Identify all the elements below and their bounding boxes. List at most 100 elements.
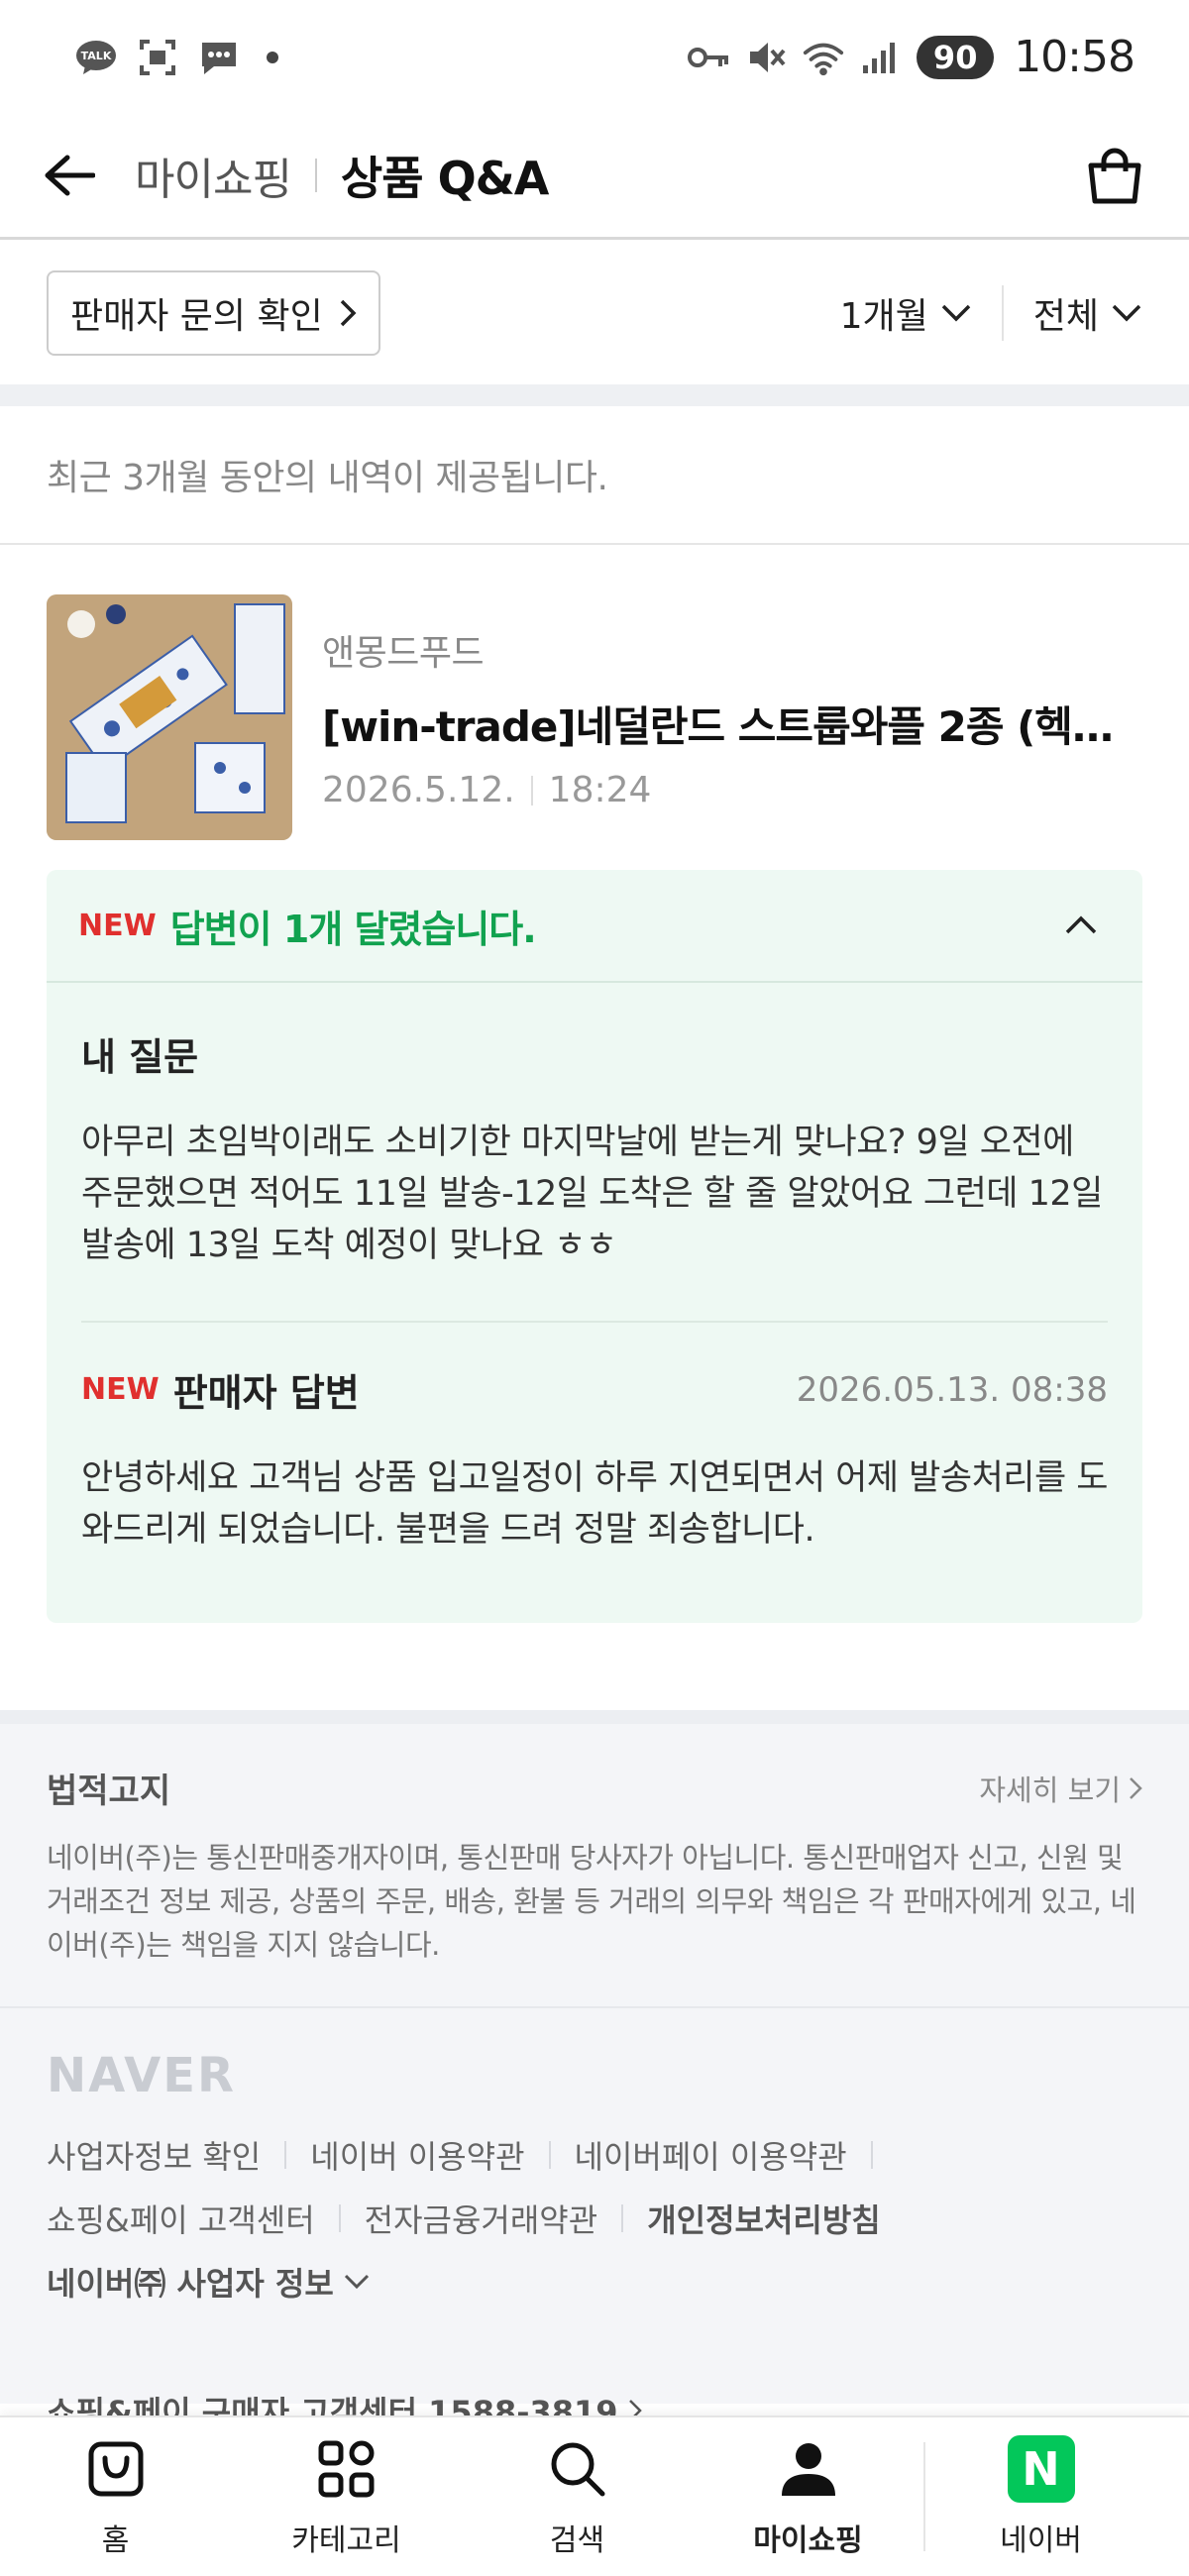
answer-date: 2026.05.13. 08:38 — [796, 1369, 1108, 1410]
status-time: 10:58 — [1014, 32, 1135, 82]
product-seller: 앤몽드푸드 — [322, 633, 485, 674]
answer-label: 판매자 답변 — [172, 1371, 360, 1415]
link-business-info[interactable]: 사업자정보 확인 — [47, 2132, 261, 2178]
person-icon — [774, 2434, 843, 2504]
link-naverpay-terms[interactable]: 네이버페이 이용약관 — [575, 2132, 847, 2178]
product-item[interactable]: 앤몽드푸드 [win-trade]네덜란드 스트룹와플 2종 (헥사 / 드로스… — [47, 594, 1146, 840]
collapse-button[interactable] — [1051, 896, 1111, 955]
footer: 법적고지 자세히 보기 네이버(주)는 통신판매중개자이며, 통신판매 당사자가… — [0, 1710, 1189, 2431]
answer-status: 답변이 1개 달렸습니다. — [169, 907, 537, 951]
footer-link-row-1: 사업자정보 확인 네이버 이용약관 네이버페이 이용약관 — [47, 2123, 1142, 2187]
chevron-down-icon — [344, 2274, 369, 2290]
battery-badge: 90 — [917, 35, 995, 79]
breadcrumb-myshopping[interactable]: 마이쇼핑 — [135, 144, 292, 207]
answer-header: NEW 판매자 답변 2026.05.13. 08:38 — [81, 1362, 1108, 1417]
nav-myshopping-label: 마이쇼핑 — [753, 2523, 863, 2558]
chevron-right-icon — [340, 299, 357, 327]
screenshot-icon — [136, 38, 179, 77]
footer-divider — [0, 2006, 1189, 2008]
question-label: 내 질문 — [81, 1035, 199, 1079]
type-dropdown[interactable]: 전체 — [1033, 287, 1142, 339]
link-separator — [621, 2204, 624, 2232]
header: 마이쇼핑 상품 Q&A — [0, 114, 1189, 240]
naver-n-icon: N — [1007, 2434, 1076, 2504]
link-separator — [870, 2141, 873, 2169]
wifi-icon — [802, 38, 845, 77]
footer-link-row-2: 쇼핑&페이 고객센터 전자금융거래약관 개인정보처리방침 — [47, 2187, 1142, 2250]
mute-icon — [744, 38, 788, 77]
answer-text: 안녕하세요 고객님 상품 입고일정이 하루 지연되면서 어제 발송처리를 도와드… — [81, 1458, 1109, 1550]
date-separator — [530, 775, 533, 805]
naver-logo: NAVER — [47, 2048, 236, 2103]
naver-n-logo: N — [1007, 2435, 1075, 2503]
product-name[interactable]: [win-trade]네덜란드 스트룹와플 2종 (헥사 / 드로스테 / 스트… — [322, 694, 1135, 754]
legal-title: 법적고지 — [47, 1771, 171, 1811]
filter-row: 판매자 문의 확인 1개월 전체 — [0, 243, 1189, 383]
chevron-down-icon — [941, 304, 970, 322]
nav-search-label: 검색 — [549, 2523, 605, 2558]
qa-body: 내 질문 아무리 초임박이래도 소비기한 마지막날에 받는게 맞나요? 9일 오… — [47, 1026, 1142, 1556]
chevron-down-icon — [1112, 304, 1141, 322]
nav-category-label: 카테고리 — [291, 2523, 401, 2558]
product-date-row: 2026.5.12. 18:24 — [322, 770, 1135, 810]
link-customer-center[interactable]: 쇼핑&페이 고객센터 — [47, 2196, 315, 2241]
new-badge: NEW — [78, 908, 157, 943]
product-info: 앤몽드푸드 [win-trade]네덜란드 스트룹와플 2종 (헥사 / 드로스… — [322, 594, 1135, 840]
period-notice: 최근 3개월 동안의 내역이 제공됩니다. — [0, 406, 1189, 545]
seller-inquiry-button[interactable]: 판매자 문의 확인 — [47, 270, 380, 356]
qa-divider — [81, 1321, 1108, 1323]
svg-text:TALK: TALK — [81, 50, 112, 62]
status-bar: TALK 90 10:58 — [0, 0, 1189, 114]
link-separator — [338, 2204, 341, 2232]
nav-search[interactable]: 검색 — [462, 2417, 693, 2576]
product-thumbnail[interactable] — [47, 594, 292, 840]
link-naver-terms[interactable]: 네이버 이용약관 — [310, 2132, 524, 2178]
bottom-nav: 홈 카테고리 검색 마이쇼핑 N 네이버 — [0, 2415, 1189, 2576]
legal-header: 법적고지 자세히 보기 — [47, 1764, 1142, 1812]
legal-text: 네이버(주)는 통신판매중개자이며, 통신판매 당사자가 아닙니다. 통신판매업… — [47, 1841, 1136, 1962]
question-text: 아무리 초임박이래도 소비기한 마지막날에 받는게 맞나요? 9일 오전에 주문… — [81, 1123, 1103, 1265]
page-title: 상품 Q&A — [340, 152, 549, 205]
period-value: 1개월 — [839, 296, 928, 337]
product-time: 18:24 — [548, 770, 652, 810]
nav-home-label: 홈 — [101, 2523, 130, 2558]
seller-inquiry-label: 판매자 문의 확인 — [70, 296, 323, 337]
chevron-up-icon — [1065, 915, 1097, 934]
answer-new-badge: NEW — [81, 1372, 160, 1407]
product-date: 2026.5.12. — [322, 770, 515, 810]
link-separator — [548, 2141, 551, 2169]
legal-more-link[interactable]: 자세히 보기 — [979, 1768, 1142, 1809]
category-icon — [312, 2434, 381, 2504]
cart-button[interactable] — [1080, 141, 1149, 210]
link-privacy-policy[interactable]: 개인정보처리방침 — [647, 2196, 881, 2241]
home-bag-icon — [81, 2434, 151, 2504]
nav-home[interactable]: 홈 — [0, 2417, 231, 2576]
qa-card: NEW 답변이 1개 달렸습니다. 내 질문 아무리 초임박이래도 소비기한 마… — [47, 870, 1142, 1623]
business-info-label: 네이버㈜ 사업자 정보 — [47, 2265, 334, 2303]
status-right: 90 10:58 — [687, 32, 1135, 82]
nav-naver[interactable]: N 네이버 — [925, 2417, 1156, 2576]
business-info-toggle[interactable]: 네이버㈜ 사업자 정보 — [47, 2250, 1142, 2313]
shopping-bag-icon — [1088, 148, 1141, 204]
status-left: TALK — [74, 38, 278, 77]
type-value: 전체 — [1032, 296, 1099, 337]
link-efinance-terms[interactable]: 전자금융거래약관 — [365, 2196, 598, 2241]
search-icon — [543, 2434, 612, 2504]
legal-more-label: 자세히 보기 — [979, 1772, 1121, 1807]
footer-links: 사업자정보 확인 네이버 이용약관 네이버페이 이용약관 쇼핑&페이 고객센터 … — [0, 2103, 1189, 2313]
qa-card-header[interactable]: NEW 답변이 1개 달렸습니다. — [47, 870, 1142, 983]
nav-myshopping[interactable]: 마이쇼핑 — [693, 2417, 923, 2576]
chevron-right-icon — [1130, 1776, 1142, 1799]
chat-icon — [197, 38, 241, 77]
signal-icon — [859, 38, 903, 77]
notification-dot — [267, 51, 278, 63]
nav-naver-label: 네이버 — [1000, 2523, 1082, 2558]
arrow-left-icon — [45, 155, 95, 196]
talk-icon: TALK — [74, 38, 118, 77]
link-separator — [284, 2141, 287, 2169]
filter-dropdowns: 1개월 전체 — [840, 285, 1142, 341]
period-dropdown[interactable]: 1개월 — [840, 287, 972, 339]
nav-category[interactable]: 카테고리 — [231, 2417, 462, 2576]
key-icon — [687, 38, 730, 77]
back-button[interactable] — [40, 146, 99, 205]
